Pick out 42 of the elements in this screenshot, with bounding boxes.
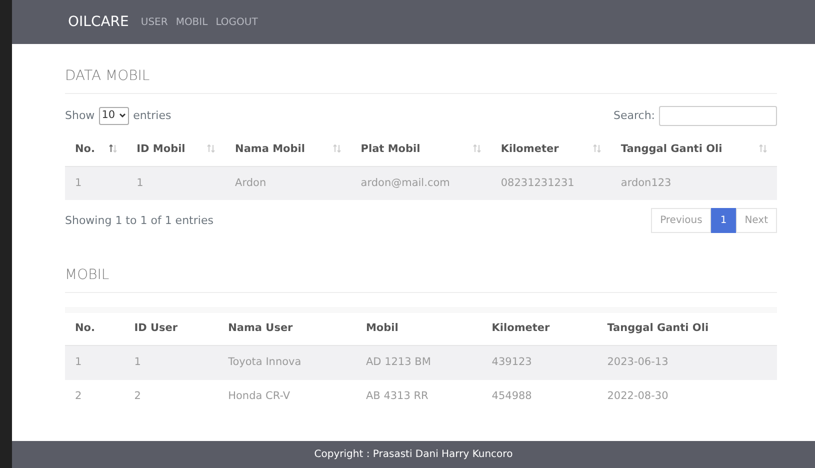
table-cell: 1 [65,345,124,380]
table-cell: ardon123 [610,166,777,200]
search-field[interactable] [659,106,777,126]
search-label: Search: [614,108,655,124]
caret-icon [119,113,126,118]
table-cell: Ardon [225,166,351,200]
column-header[interactable]: No. [65,134,127,166]
table-cell: 2 [124,380,218,414]
table-cell: 1 [126,166,226,200]
column-header: Nama User [218,310,356,346]
table-cell: AB 4313 RR [356,380,482,414]
entries-select[interactable]: 10 [98,106,130,125]
table-cell: AD 1213 BM [356,345,482,380]
table-cell: 1 [124,345,218,380]
table-cell: 08231231231 [490,166,611,200]
brand-logo[interactable]: OILCARE [68,12,129,32]
table-cell: 1 [65,166,127,200]
section-title: MOBIL [65,267,777,294]
column-header: ID User [124,310,218,346]
entries-info: Showing 1 to 1 of 1 entries [65,212,214,229]
column-header: No. [65,310,124,346]
column-header[interactable]: Nama Mobil [225,134,351,166]
column-header: Tanggal Ganti Oli [597,310,777,346]
entries-label: entries [133,108,172,124]
table-cell: 2 [65,380,124,414]
column-header[interactable]: Tanggal Ganti Oli [610,134,777,166]
column-header[interactable]: ID Mobil [126,134,226,166]
column-header: Mobil [356,310,482,346]
footer-text: Copyright : Prasasti Dani Harry Kuncoro [12,441,815,468]
table-cell: 2023-06-13 [597,345,777,380]
table-cell: Honda CR-V [218,380,356,414]
column-header[interactable]: Kilometer [490,134,611,166]
column-header: Kilometer [482,310,598,346]
table-cell: ardon@mail.com [350,166,491,200]
page-button[interactable]: 1 [711,208,736,234]
table-cell: 454988 [482,380,598,414]
table-cell: Toyota Innova [218,345,356,380]
table-cell: 439123 [482,345,598,380]
table-cell: 2022-08-30 [597,380,777,414]
column-header[interactable]: Plat Mobil [350,134,491,166]
section-title: DATA MOBIL [65,68,777,94]
show-label: Show [65,108,95,124]
